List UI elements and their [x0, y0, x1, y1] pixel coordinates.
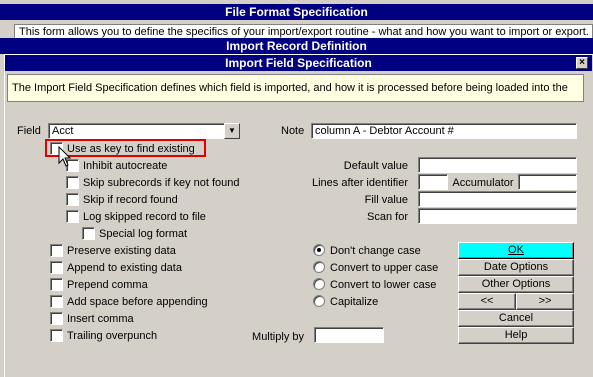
skip-if-found-label[interactable]: Skip if record found: [83, 193, 178, 207]
preserve-existing-label[interactable]: Preserve existing data: [67, 244, 176, 258]
add-space-label[interactable]: Add space before appending: [67, 295, 208, 309]
lower-case-label[interactable]: Convert to lower case: [330, 278, 436, 292]
default-value-label: Default value: [343, 160, 408, 172]
scan-for-label: Scan for: [367, 211, 408, 223]
use-as-key-label[interactable]: Use as key to find existing: [67, 142, 195, 156]
capitalize-label[interactable]: Capitalize: [330, 295, 378, 309]
field-dropdown[interactable]: Acct: [48, 123, 240, 139]
ok-button[interactable]: OK: [458, 242, 574, 259]
scan-for-input[interactable]: [418, 208, 577, 224]
multiply-by-label: Multiply by: [252, 331, 304, 343]
trailing-overpunch-checkbox[interactable]: [50, 329, 63, 342]
preserve-existing-checkbox[interactable]: [50, 244, 63, 257]
mouse-cursor-icon: [58, 146, 72, 167]
append-existing-label[interactable]: Append to existing data: [67, 261, 182, 275]
import-field-title-bar: Import Field Specification: [5, 55, 592, 71]
log-skipped-label[interactable]: Log skipped record to file: [83, 210, 206, 224]
fill-value-input[interactable]: [418, 191, 577, 207]
skip-subrecords-checkbox[interactable]: [66, 176, 79, 189]
field-label: Field: [17, 125, 41, 137]
trailing-overpunch-label[interactable]: Trailing overpunch: [67, 329, 157, 343]
prepend-comma-label[interactable]: Prepend comma: [67, 278, 148, 292]
special-log-format-label[interactable]: Special log format: [99, 227, 187, 241]
add-space-checkbox[interactable]: [50, 295, 63, 308]
field-dropdown-value: Acct: [52, 125, 74, 137]
inhibit-autocreate-label[interactable]: Inhibit autocreate: [83, 159, 167, 173]
insert-comma-label[interactable]: Insert comma: [67, 312, 134, 326]
help-button[interactable]: Help: [458, 327, 574, 344]
import-field-title: Import Field Specification: [225, 56, 372, 70]
cancel-button[interactable]: Cancel: [458, 310, 574, 327]
file-format-title: File Format Specification: [225, 5, 368, 19]
lines-after-identifier-label: Lines after identifier: [312, 177, 408, 189]
log-skipped-checkbox[interactable]: [66, 210, 79, 223]
skip-if-found-checkbox[interactable]: [66, 193, 79, 206]
dont-change-case-radio[interactable]: [313, 244, 325, 256]
close-icon[interactable]: ×: [576, 57, 588, 69]
previous-button[interactable]: <<: [458, 293, 516, 310]
multiply-by-input[interactable]: [314, 327, 384, 343]
dont-change-case-label[interactable]: Don't change case: [330, 244, 421, 258]
file-format-title-bar: File Format Specification: [0, 4, 593, 20]
date-options-button[interactable]: Date Options: [458, 259, 574, 276]
import-record-title-bar: Import Record Definition: [0, 38, 593, 54]
next-button[interactable]: >>: [516, 293, 574, 310]
accumulator-input[interactable]: [518, 174, 577, 190]
upper-case-label[interactable]: Convert to upper case: [330, 261, 438, 275]
special-log-format-checkbox[interactable]: [82, 227, 95, 240]
accumulator-label: Accumulator: [452, 177, 514, 189]
append-existing-checkbox[interactable]: [50, 261, 63, 274]
default-value-input[interactable]: [418, 157, 577, 173]
lines-after-identifier-input[interactable]: [418, 174, 448, 190]
import-record-title: Import Record Definition: [226, 39, 367, 53]
other-options-button[interactable]: Other Options: [458, 276, 574, 293]
note-label: Note: [281, 125, 305, 137]
capitalize-radio[interactable]: [313, 295, 325, 307]
prepend-comma-checkbox[interactable]: [50, 278, 63, 291]
fill-value-label: Fill value: [364, 194, 408, 206]
upper-case-radio[interactable]: [313, 261, 325, 273]
note-input[interactable]: column A - Debtor Account #: [311, 123, 577, 139]
insert-comma-checkbox[interactable]: [50, 312, 63, 325]
chevron-down-icon[interactable]: ▼: [224, 123, 240, 139]
skip-subrecords-label[interactable]: Skip subrecords if key not found: [83, 176, 240, 190]
import-field-description: The Import Field Specification defines w…: [7, 74, 584, 102]
lower-case-radio[interactable]: [313, 278, 325, 290]
